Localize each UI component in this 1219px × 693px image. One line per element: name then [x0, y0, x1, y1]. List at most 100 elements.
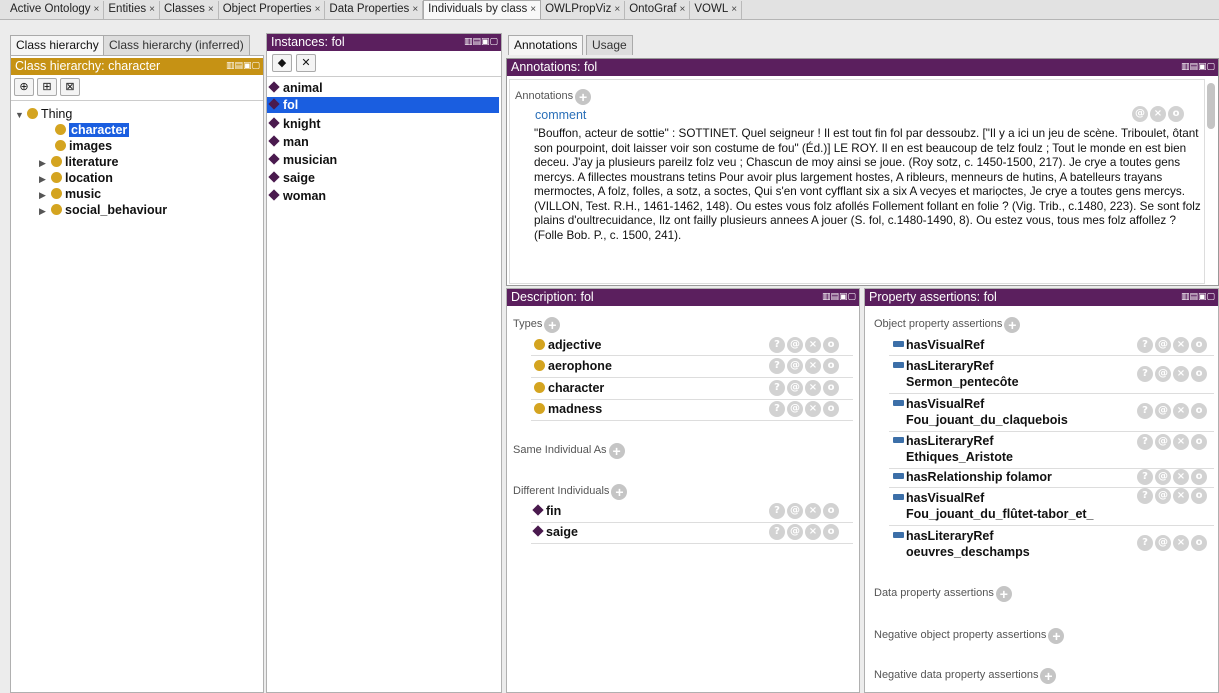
edit-icon[interactable]: o	[1191, 434, 1207, 450]
close-icon[interactable]: ×	[149, 4, 155, 15]
list-item[interactable]: woman	[267, 188, 326, 204]
tree-node-selected[interactable]: character	[55, 122, 130, 138]
tab-classes[interactable]: Classes ×	[159, 1, 219, 19]
tab-entities[interactable]: Entities ×	[104, 1, 160, 19]
annotate-icon[interactable]: @	[1155, 469, 1171, 485]
annotation-property[interactable]: comment	[535, 108, 586, 122]
view-controls-icon[interactable]: ▥▤▣▢	[822, 289, 856, 306]
tab-active-ontology[interactable]: Active Ontology ×	[6, 1, 105, 19]
delete-icon[interactable]: ×	[805, 380, 821, 396]
tab-owlpropviz[interactable]: OWLPropViz ×	[541, 1, 626, 19]
delete-icon[interactable]: ×	[1173, 403, 1189, 419]
annotate-icon[interactable]: @	[1155, 488, 1171, 504]
tree-node-social-behaviour[interactable]: ▶ social_behaviour	[39, 202, 167, 218]
edit-icon[interactable]: o	[1191, 469, 1207, 485]
delete-icon[interactable]: ×	[1173, 469, 1189, 485]
tab-data-properties[interactable]: Data Properties ×	[325, 1, 424, 19]
tree-node-location[interactable]: ▶ location	[39, 170, 113, 186]
delete-icon[interactable]: ×	[805, 337, 821, 353]
edit-icon[interactable]: o	[1191, 488, 1207, 504]
tab-vowl[interactable]: VOWL ×	[690, 1, 743, 19]
view-controls-icon[interactable]: ▥▤▣▢	[226, 58, 260, 75]
different-item[interactable]: fin	[532, 504, 561, 519]
delete-icon[interactable]: ×	[805, 358, 821, 374]
tab-object-properties[interactable]: Object Properties ×	[218, 1, 326, 19]
list-item[interactable]: man	[267, 134, 309, 150]
annotate-icon[interactable]: @	[787, 337, 803, 353]
view-controls-icon[interactable]: ▥▤▣▢	[1181, 289, 1215, 306]
annotate-icon[interactable]: @	[787, 503, 803, 519]
edit-icon[interactable]: o	[823, 337, 839, 353]
delete-icon[interactable]: ×	[1173, 434, 1189, 450]
add-type-icon[interactable]: +	[544, 317, 561, 333]
edit-icon[interactable]: o	[1191, 337, 1207, 353]
delete-icon[interactable]: ×	[1173, 535, 1189, 551]
type-item[interactable]: adjective	[534, 338, 602, 353]
edit-icon[interactable]: o	[1191, 535, 1207, 551]
expand-arrow-icon[interactable]: ▶	[39, 171, 51, 187]
close-icon[interactable]: ×	[731, 4, 737, 15]
tab-individuals-by-class[interactable]: Individuals by class ×	[423, 0, 542, 19]
close-icon[interactable]: ×	[680, 4, 686, 15]
edit-icon[interactable]: o	[1191, 403, 1207, 419]
delete-icon[interactable]: ×	[805, 524, 821, 540]
help-icon[interactable]: ?	[769, 503, 785, 519]
edit-icon[interactable]: o	[823, 524, 839, 540]
expand-arrow-icon[interactable]: ▶	[39, 203, 51, 219]
close-icon[interactable]: ×	[94, 4, 100, 15]
edit-icon[interactable]: o	[823, 380, 839, 396]
tab-class-hierarchy[interactable]: Class hierarchy	[10, 35, 105, 55]
type-item[interactable]: character	[534, 381, 604, 396]
object-assertion-item[interactable]: hasVisualRef	[893, 338, 984, 353]
object-assertion-item[interactable]: hasRelationship folamor	[893, 470, 1052, 485]
scrollbar-thumb[interactable]	[1207, 83, 1215, 129]
help-icon[interactable]: ?	[1137, 366, 1153, 382]
annotate-icon[interactable]: @	[1155, 403, 1171, 419]
expand-arrow-icon[interactable]: ▶	[39, 155, 51, 171]
object-assertion-item[interactable]: hasVisualRef	[893, 397, 984, 412]
type-item[interactable]: aerophone	[534, 359, 612, 374]
list-item[interactable]: saige	[267, 170, 315, 186]
close-icon[interactable]: ×	[614, 4, 620, 15]
delete-icon[interactable]: ×	[805, 503, 821, 519]
delete-icon[interactable]: ×	[1173, 337, 1189, 353]
add-annotation-icon[interactable]: +	[575, 89, 592, 105]
delete-icon[interactable]: ×	[1150, 106, 1166, 122]
tree-node-images[interactable]: images	[55, 138, 112, 154]
help-icon[interactable]: ?	[1137, 337, 1153, 353]
tree-node-literature[interactable]: ▶ literature	[39, 154, 119, 170]
help-icon[interactable]: ?	[1137, 403, 1153, 419]
expand-arrow-icon[interactable]: ▶	[39, 187, 51, 203]
edit-icon[interactable]: o	[1191, 366, 1207, 382]
list-item-selected[interactable]: fol	[267, 97, 499, 113]
list-item[interactable]: musician	[267, 152, 337, 168]
edit-icon[interactable]: o	[1168, 106, 1184, 122]
add-data-property-icon[interactable]: +	[995, 586, 1012, 602]
add-negative-data-property-icon[interactable]: +	[1040, 668, 1057, 684]
delete-individual-icon[interactable]: ✕	[296, 54, 316, 72]
add-different-individual-icon[interactable]: +	[611, 484, 628, 500]
collapse-arrow-icon[interactable]: ▼	[15, 107, 27, 123]
help-icon[interactable]: ?	[1137, 535, 1153, 551]
list-item[interactable]: knight	[267, 116, 321, 132]
tree-node-thing[interactable]: ▼ Thing	[15, 106, 72, 122]
delete-icon[interactable]: ×	[805, 401, 821, 417]
help-icon[interactable]: ?	[1137, 488, 1153, 504]
view-controls-icon[interactable]: ▥▤▣▢	[1181, 59, 1215, 76]
list-item[interactable]: animal	[267, 80, 501, 96]
help-icon[interactable]: ?	[769, 524, 785, 540]
add-same-individual-icon[interactable]: +	[608, 443, 625, 459]
annotate-icon[interactable]: @	[787, 358, 803, 374]
annotate-icon[interactable]: @	[1155, 337, 1171, 353]
tab-class-hierarchy-inferred[interactable]: Class hierarchy (inferred)	[103, 35, 250, 55]
close-icon[interactable]: ×	[208, 4, 214, 15]
tree-node-music[interactable]: ▶ music	[39, 186, 101, 202]
close-icon[interactable]: ×	[412, 4, 418, 15]
tab-annotations[interactable]: Annotations	[508, 35, 584, 55]
help-icon[interactable]: ?	[769, 358, 785, 374]
tab-usage[interactable]: Usage	[586, 35, 633, 55]
close-icon[interactable]: ×	[315, 4, 321, 15]
annotate-icon[interactable]: @	[1155, 535, 1171, 551]
edit-icon[interactable]: o	[823, 401, 839, 417]
add-negative-object-property-icon[interactable]: +	[1048, 628, 1065, 644]
